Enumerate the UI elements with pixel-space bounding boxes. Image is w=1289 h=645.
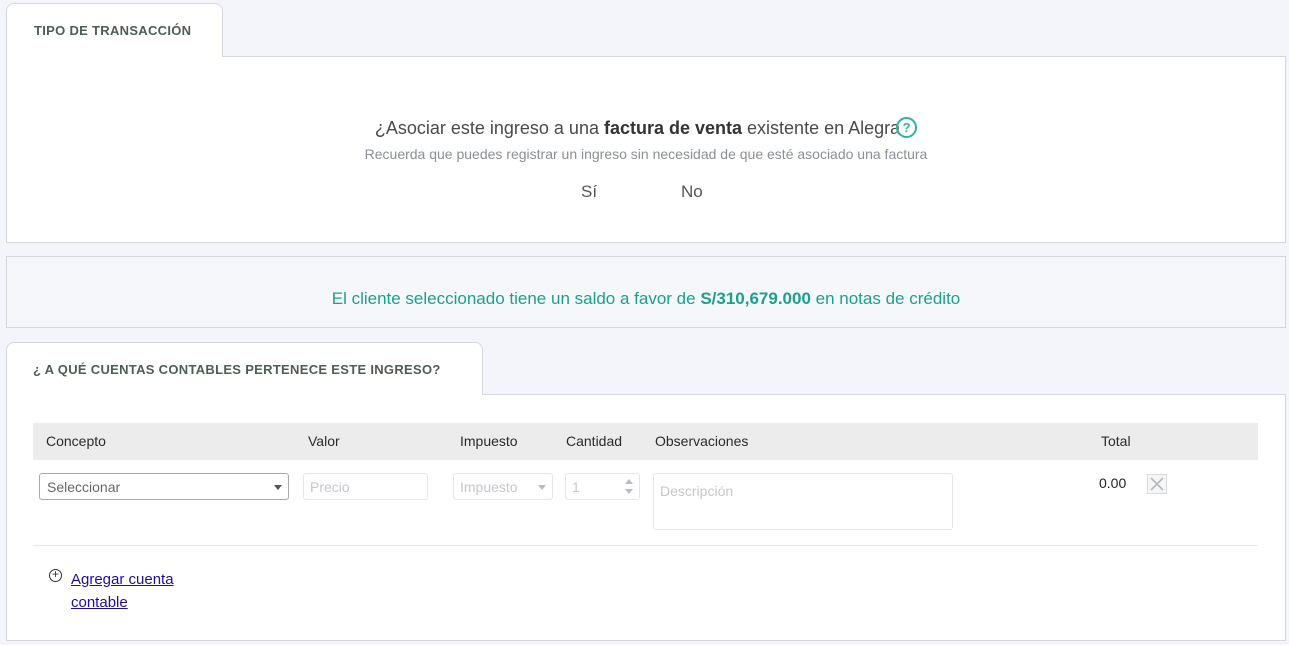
quantity-value: 1 [572, 479, 580, 495]
row-total: 0.00 [1099, 475, 1127, 491]
stepper-down-icon[interactable] [625, 489, 633, 494]
col-concepto: Concepto [46, 433, 106, 449]
tax-select[interactable]: Impuesto [453, 473, 553, 500]
chevron-down-icon [274, 485, 282, 490]
option-yes[interactable]: Sí [581, 182, 597, 202]
credit-suffix: en notas de crédito [810, 289, 961, 308]
col-valor: Valor [308, 433, 340, 449]
accounts-table-header: Concepto Valor Impuesto Cantidad Observa… [33, 423, 1258, 460]
price-input[interactable]: Precio [303, 473, 428, 500]
question-bold: factura de venta [603, 118, 743, 138]
col-cantidad: Cantidad [566, 433, 623, 449]
concept-select-value: Seleccionar [47, 479, 121, 495]
transaction-panel: ¿Asociar este ingreso a una factura de v… [6, 56, 1286, 243]
delete-row-button[interactable] [1147, 474, 1167, 494]
credit-prefix: El cliente seleccionado tiene un saldo a… [331, 289, 701, 308]
help-icon[interactable]: ? [896, 117, 918, 139]
associate-subtitle: Recuerda que puedes registrar un ingreso… [364, 146, 928, 162]
close-icon [1150, 477, 1164, 491]
tab-cuentas-contables: ¿ A QUÉ CUENTAS CONTABLES PERTENECE ESTE… [6, 342, 483, 395]
tab-tipo-transaccion: TIPO DE TRANSACCIÓN [6, 3, 223, 57]
stepper-up-icon[interactable] [625, 479, 633, 484]
add-circle-icon[interactable]: + [49, 568, 62, 582]
credit-notice-panel: El cliente seleccionado tiene un saldo a… [6, 256, 1286, 328]
col-total: Total [1101, 433, 1131, 449]
col-impuesto: Impuesto [460, 433, 518, 449]
associate-question: ¿Asociar este ingreso a una factura de v… [7, 117, 1285, 139]
chevron-down-icon [538, 485, 546, 490]
question-prefix: ¿Asociar este ingreso a una [374, 118, 604, 138]
col-observaciones: Observaciones [655, 433, 749, 449]
row-divider [33, 545, 1258, 546]
accounts-panel: Concepto Valor Impuesto Cantidad Observa… [6, 394, 1286, 641]
credit-amount: S/310,679.000 [700, 289, 811, 308]
add-account-link[interactable]: Agregar cuenta contable [71, 568, 201, 614]
option-no[interactable]: No [681, 182, 703, 202]
tax-select-value: Impuesto [460, 479, 518, 495]
concept-select[interactable]: Seleccionar [39, 473, 289, 500]
question-suffix: existente en Alegra [742, 118, 901, 138]
description-textarea[interactable]: Descripción [653, 473, 953, 530]
credit-notice: El cliente seleccionado tiene un saldo a… [7, 289, 1285, 309]
quantity-stepper[interactable]: 1 [565, 473, 640, 500]
